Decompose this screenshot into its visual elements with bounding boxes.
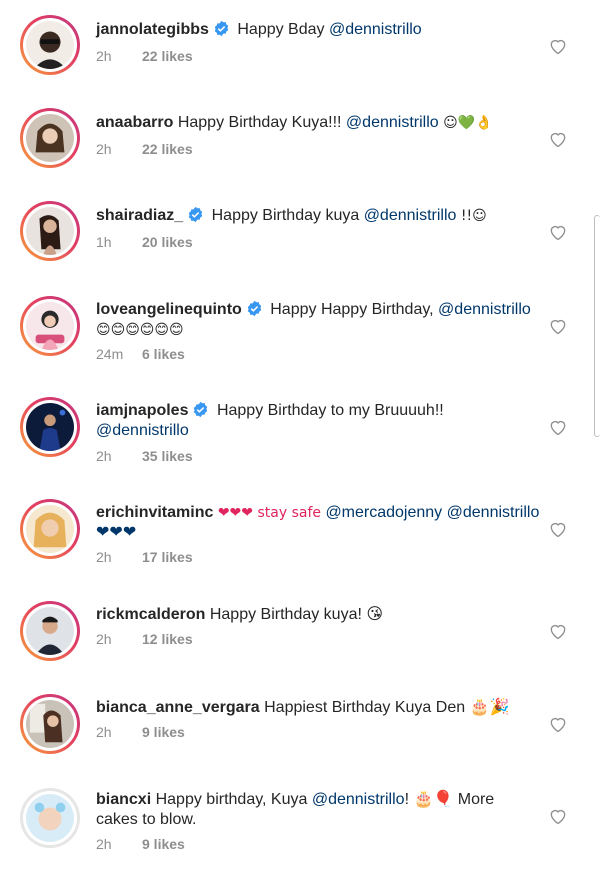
avatar[interactable] — [20, 108, 80, 168]
comment-time: 2h — [96, 836, 112, 852]
likes-count[interactable]: 12 likes — [142, 631, 193, 647]
heart-icon[interactable] — [548, 129, 568, 149]
avatar[interactable] — [20, 601, 80, 661]
comment-text: Happy Birthday kuya! 😘 — [209, 606, 384, 623]
mention-link[interactable]: @dennistrillo — [346, 114, 439, 131]
comment-text: Happy Bday — [237, 21, 329, 38]
comment-username[interactable]: iamjnapoles — [96, 402, 188, 419]
mention-link[interactable]: @dennistrillo — [329, 21, 422, 38]
likes-count[interactable]: 22 likes — [142, 48, 193, 64]
likes-count[interactable]: 35 likes — [142, 448, 193, 464]
verified-badge-icon — [247, 300, 262, 317]
comment-username[interactable]: biancxi — [96, 791, 151, 808]
likes-count[interactable]: 6 likes — [142, 346, 185, 362]
verified-badge-icon — [214, 20, 229, 37]
heart-icon[interactable] — [548, 316, 568, 336]
avatar[interactable] — [20, 15, 80, 75]
mention-link[interactable]: @dennistrillo — [96, 422, 189, 439]
comment-username[interactable]: jannolategibbs — [96, 21, 209, 38]
comment-username[interactable]: rickmcalderon — [96, 606, 205, 623]
comment-time: 2h — [96, 724, 112, 740]
mention-link[interactable]: @dennistrillo — [438, 301, 531, 318]
avatar[interactable] — [20, 296, 80, 356]
likes-count[interactable]: 22 likes — [142, 141, 193, 157]
comment-text: Happy Happy Birthday, — [270, 301, 439, 318]
heart-icon[interactable] — [548, 36, 568, 56]
likes-count[interactable]: 17 likes — [142, 549, 193, 565]
comment-text: Happy Birthday kuya — [211, 207, 364, 224]
mention-link[interactable]: @mercadojenny — [325, 504, 442, 521]
heart-icon[interactable] — [548, 417, 568, 437]
mention-link[interactable]: @dennistrillo — [312, 791, 405, 808]
comment-time: 24m — [96, 346, 124, 362]
comment-username[interactable]: anaabarro — [96, 114, 173, 131]
comment-time: 2h — [96, 631, 112, 647]
likes-count[interactable]: 9 likes — [142, 724, 185, 740]
comment-username[interactable]: loveangelinequinto — [96, 301, 242, 318]
avatar[interactable] — [20, 788, 80, 848]
comment-username[interactable]: bianca_anne_vergara — [96, 699, 260, 716]
avatar[interactable] — [20, 694, 80, 754]
comment-time: 1h — [96, 234, 112, 250]
comment-text: Happy Birthday Kuya!!! — [177, 114, 346, 131]
comment-text-after: 😊😊😊😊😊😊 — [96, 322, 184, 338]
avatar[interactable] — [20, 201, 80, 261]
verified-badge-icon — [188, 206, 203, 223]
mention-link[interactable]: @dennistrillo — [364, 207, 457, 224]
comment-time: 2h — [96, 549, 112, 565]
comment-text: Happy birthday, Kuya — [155, 791, 312, 808]
verified-badge-icon — [194, 401, 208, 418]
avatar[interactable] — [20, 499, 80, 559]
avatar[interactable] — [20, 397, 80, 457]
comment-username[interactable]: shairadiaz_ — [96, 207, 183, 224]
comment-time: 2h — [96, 141, 112, 157]
comment-text: Happiest Birthday Kuya Den 🎂🎉 — [264, 699, 510, 716]
heart-icon[interactable] — [548, 621, 568, 641]
heart-icon[interactable] — [548, 806, 568, 826]
likes-count[interactable]: 20 likes — [142, 234, 193, 250]
scrollbar[interactable] — [594, 215, 600, 437]
comment-username[interactable]: erichinvitaminc — [96, 504, 213, 521]
likes-count[interactable]: 9 likes — [142, 836, 185, 852]
comment-text-after: !!☺ — [456, 208, 487, 224]
comment-text: ❤❤❤ stay safe — [217, 505, 326, 521]
comment-time: 2h — [96, 48, 112, 64]
heart-icon[interactable] — [548, 714, 568, 734]
heart-icon[interactable] — [548, 519, 568, 539]
comment-text-after: ☺💚👌 — [438, 115, 493, 131]
comment-time: 2h — [96, 448, 112, 464]
comment-text: Happy Birthday to my Bruuuuh!! — [216, 402, 444, 419]
comment-list: jannolategibbs Happy Bday @dennistrillo … — [0, 0, 600, 880]
heart-icon[interactable] — [548, 222, 568, 242]
